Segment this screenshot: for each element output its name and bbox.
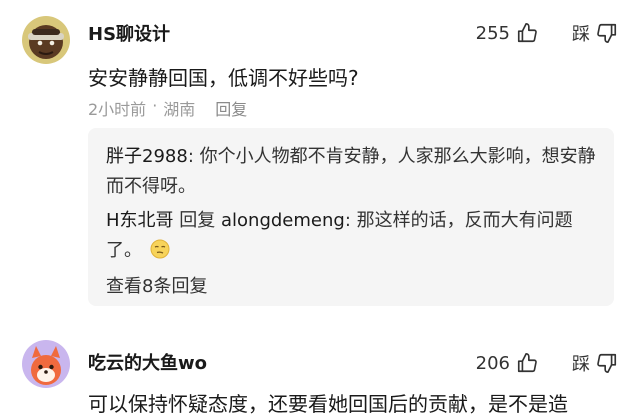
comment-item: 吃云的大鱼wo 206 踩 可以保持怀疑态度，还要看她回国后的贡献，是不是造 — [0, 330, 640, 416]
reply-target[interactable]: alongdemeng — [221, 210, 345, 231]
smirk-emoji-icon — [150, 239, 170, 259]
comment-text: 安安静静回国，低调不好些吗? — [88, 66, 359, 90]
thumbs-down-icon[interactable] — [596, 352, 618, 374]
reply-author[interactable]: 胖子2988 — [106, 146, 188, 167]
comment-item: HS聊设计 255 踩 安安静静回国，低调不好些吗? 2小时前 · 湖南 回复 … — [0, 0, 640, 320]
thumbs-up-icon[interactable] — [516, 22, 538, 44]
view-more-replies-button[interactable]: 查看8条回复 — [106, 272, 207, 298]
reply-item: 胖子2988: 你个小人物都不肯安静，人家那么大影响，想安静而不得呀。 — [106, 142, 596, 202]
username[interactable]: 吃云的大鱼wo — [88, 349, 207, 375]
comment-actions: 255 踩 — [476, 20, 618, 46]
thumbs-up-icon[interactable] — [516, 352, 538, 374]
reply-item: H东北哥 回复 alongdemeng: 那这样的话，反而大有问题了。 — [106, 206, 596, 266]
avatar[interactable] — [22, 16, 70, 64]
like-count: 255 — [475, 22, 510, 44]
comment-location: 湖南 — [163, 100, 196, 119]
comment-actions: 206 踩 — [476, 350, 618, 376]
dislike-label[interactable]: 踩 — [572, 350, 590, 376]
comment-time: 2小时前 — [88, 100, 147, 119]
reply-button[interactable]: 回复 — [215, 96, 247, 120]
thumbs-down-icon[interactable] — [596, 22, 618, 44]
avatar[interactable] — [22, 340, 70, 388]
like-count: 206 — [475, 352, 510, 374]
comment-text: 可以保持怀疑态度，还要看她回国后的贡献，是不是造 — [88, 392, 568, 416]
reply-author[interactable]: H东北哥 — [106, 210, 174, 231]
meta-separator: · — [152, 96, 158, 115]
username[interactable]: HS聊设计 — [88, 20, 170, 46]
reply-thread: 胖子2988: 你个小人物都不肯安静，人家那么大影响，想安静而不得呀。 H东北哥… — [88, 128, 614, 306]
dislike-label[interactable]: 踩 — [572, 20, 590, 46]
reply-keyword: 回复 — [173, 210, 221, 231]
comment-meta: 2小时前 · 湖南 回复 — [88, 96, 247, 120]
